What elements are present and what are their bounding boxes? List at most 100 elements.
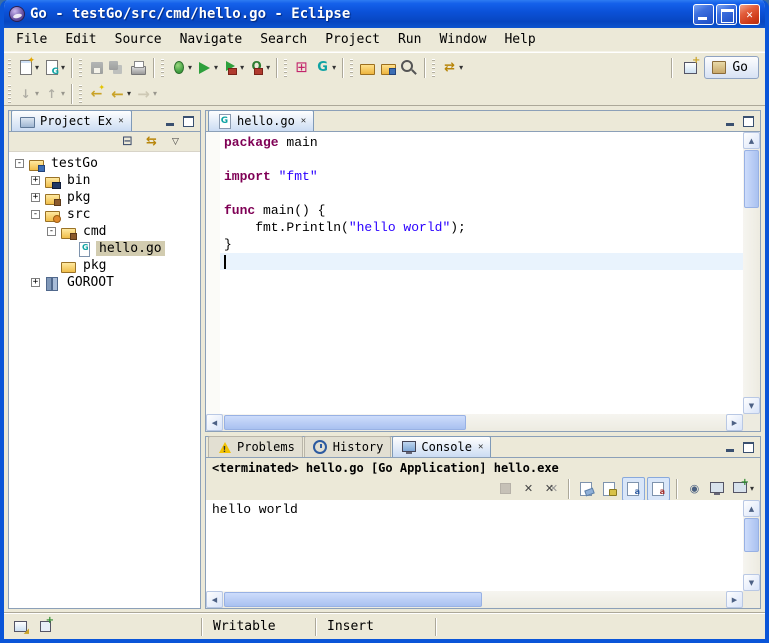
go-perspective-button[interactable]: Go <box>704 56 759 79</box>
toolbar-grip[interactable] <box>432 59 435 77</box>
view-minimize-button[interactable] <box>162 114 177 128</box>
new-wizard-button[interactable]: ▾ <box>15 56 41 80</box>
console-hscrollbar[interactable]: ◀ ▶ <box>206 591 743 608</box>
toolbar-grip[interactable] <box>161 59 164 77</box>
menu-file[interactable]: File <box>7 29 56 50</box>
run-config-button[interactable]: ▾ <box>220 56 246 80</box>
team-sync-button[interactable]: ▾ <box>439 56 465 80</box>
view-menu-button[interactable] <box>165 130 186 154</box>
toolbar-grip[interactable] <box>79 85 82 103</box>
scroll-up-icon[interactable]: ▲ <box>743 132 760 149</box>
expand-icon[interactable]: + <box>31 278 40 287</box>
display-console-button[interactable] <box>707 477 728 501</box>
toolbar-grip[interactable] <box>8 85 11 103</box>
toolbar-grip[interactable] <box>8 59 11 77</box>
editor-hscrollbar[interactable]: ◀ ▶ <box>206 414 743 431</box>
print-button[interactable] <box>128 56 149 80</box>
tab-history[interactable]: History <box>304 436 392 457</box>
scroll-lock-button[interactable] <box>599 477 620 501</box>
last-edit-button[interactable] <box>86 82 107 106</box>
search-button[interactable] <box>399 56 420 80</box>
close-icon[interactable]: ✕ <box>118 116 123 126</box>
dropdown-arrow-icon[interactable]: ▾ <box>459 63 463 72</box>
dropdown-arrow-icon[interactable]: ▾ <box>61 63 65 72</box>
scroll-down-icon[interactable]: ▼ <box>743 397 760 414</box>
menu-edit[interactable]: Edit <box>56 29 105 50</box>
expand-icon[interactable]: + <box>31 193 40 202</box>
run-button[interactable]: ▾ <box>194 56 220 80</box>
scroll-right-icon[interactable]: ▶ <box>726 591 743 608</box>
tree-item-src[interactable]: -src <box>9 206 200 223</box>
menu-run[interactable]: Run <box>389 29 430 50</box>
dropdown-arrow-icon[interactable]: ▾ <box>35 89 39 98</box>
tree-item-pkg[interactable]: pkg <box>9 257 200 274</box>
dropdown-arrow-icon[interactable]: ▾ <box>240 63 244 72</box>
tree-item-pkg[interactable]: +pkg <box>9 189 200 206</box>
tree-item-goroot[interactable]: +GOROOT <box>9 274 200 291</box>
dropdown-arrow-icon[interactable]: ▾ <box>750 484 754 493</box>
tree-item-bin[interactable]: +bin <box>9 172 200 189</box>
menu-navigate[interactable]: Navigate <box>171 29 252 50</box>
open-console-button[interactable]: ▾ <box>730 477 756 501</box>
debug-button[interactable]: ▾ <box>168 56 194 80</box>
scrollbar-thumb[interactable] <box>744 518 759 552</box>
scroll-right-icon[interactable]: ▶ <box>726 414 743 431</box>
close-icon[interactable]: ✕ <box>478 442 483 452</box>
scroll-left-icon[interactable]: ◀ <box>206 591 223 608</box>
scrollbar-thumb[interactable] <box>224 592 482 607</box>
remove-launch-button[interactable] <box>518 477 539 501</box>
expand-icon[interactable]: + <box>31 176 40 185</box>
dropdown-arrow-icon[interactable]: ▾ <box>188 63 192 72</box>
close-button[interactable]: ✕ <box>739 4 760 25</box>
external-tools-button[interactable]: ▾ <box>246 56 272 80</box>
prev-annotation-button[interactable]: ▾ <box>41 82 67 106</box>
console-output[interactable]: hello world <box>206 500 760 520</box>
collapse-all-button[interactable] <box>117 130 138 154</box>
toolbar-grip[interactable] <box>284 59 287 77</box>
open-perspective-button[interactable] <box>680 56 701 80</box>
code-editor[interactable]: package mainimport "fmt"func main() { fm… <box>220 132 743 414</box>
menu-search[interactable]: Search <box>251 29 316 50</box>
view-minimize-button[interactable] <box>722 440 737 454</box>
view-maximize-button[interactable] <box>181 114 196 128</box>
editor-vscrollbar[interactable]: ▲ ▼ <box>743 132 760 414</box>
collapse-icon[interactable]: - <box>47 227 56 236</box>
new-go-button[interactable]: ▾ <box>41 56 67 80</box>
minimize-button[interactable] <box>693 4 714 25</box>
dropdown-arrow-icon[interactable]: ▾ <box>266 63 270 72</box>
next-annotation-button[interactable]: ▾ <box>15 82 41 106</box>
toolbar-grip[interactable] <box>350 59 353 77</box>
show-stderr-button[interactable] <box>647 477 670 501</box>
view-minimize-button[interactable] <box>722 114 737 128</box>
open-resource-button[interactable] <box>357 56 378 80</box>
tab-problems[interactable]: Problems <box>208 436 303 457</box>
tree-item-cmd[interactable]: -cmd <box>9 223 200 240</box>
dropdown-arrow-icon[interactable]: ▾ <box>332 63 336 72</box>
dropdown-arrow-icon[interactable]: ▾ <box>61 89 65 98</box>
remove-all-button[interactable] <box>541 477 562 501</box>
save-button[interactable] <box>86 56 107 80</box>
tab-project-explorer[interactable]: Project Ex ✕ <box>11 110 132 131</box>
dropdown-arrow-icon[interactable]: ▾ <box>35 63 39 72</box>
pin-console-button[interactable] <box>684 477 705 501</box>
toolbar-grip[interactable] <box>79 59 82 77</box>
console-vscrollbar[interactable]: ▲ ▼ <box>743 500 760 591</box>
back-button[interactable]: ▾ <box>107 82 133 106</box>
close-icon[interactable]: ✕ <box>301 116 306 126</box>
maximize-button[interactable] <box>716 4 737 25</box>
clear-console-button[interactable] <box>576 477 597 501</box>
collapse-icon[interactable]: - <box>15 159 24 168</box>
menu-window[interactable]: Window <box>430 29 495 50</box>
menu-source[interactable]: Source <box>106 29 171 50</box>
save-all-button[interactable] <box>107 56 128 80</box>
tree-item-hello-go[interactable]: hello.go <box>9 240 200 257</box>
scroll-down-icon[interactable]: ▼ <box>743 574 760 591</box>
scroll-up-icon[interactable]: ▲ <box>743 500 760 517</box>
show-stdout-button[interactable] <box>622 477 645 501</box>
dropdown-arrow-icon[interactable]: ▾ <box>127 89 131 98</box>
trim-icon[interactable] <box>37 618 54 635</box>
tree-item-testgo[interactable]: -testGo <box>9 155 200 172</box>
dropdown-arrow-icon[interactable]: ▾ <box>153 89 157 98</box>
scroll-left-icon[interactable]: ◀ <box>206 414 223 431</box>
project-tree[interactable]: -testGo+bin+pkg-src-cmdhello.gopkg+GOROO… <box>9 152 200 608</box>
